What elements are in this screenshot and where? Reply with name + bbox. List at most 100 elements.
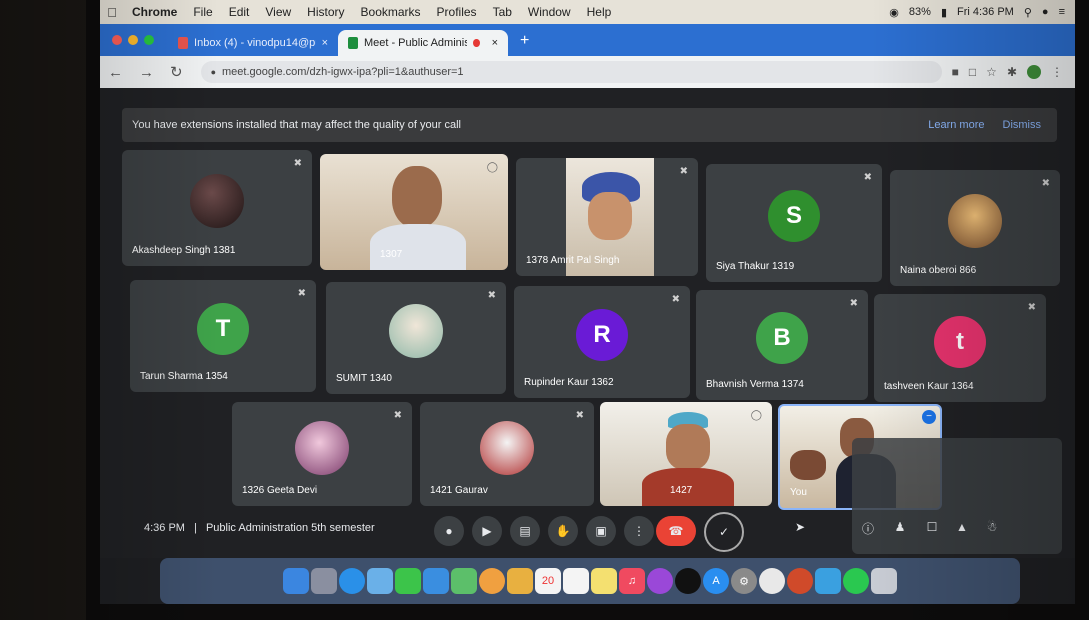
- menu-help[interactable]: Help: [579, 5, 620, 19]
- meeting-time: 4:36 PM: [144, 522, 185, 534]
- participant-tile[interactable]: ◯ 1307: [320, 154, 508, 270]
- menu-dots-icon[interactable]: ⋮: [1051, 65, 1063, 79]
- siri-icon[interactable]: ●: [1042, 6, 1049, 18]
- participant-video: [320, 154, 508, 270]
- participant-tile[interactable]: ✖ 1378 Amrit Pal Singh: [516, 158, 698, 276]
- info-icon[interactable]: ⓘ: [858, 520, 878, 540]
- browser-tab-strip: Inbox (4) - vinodpu14@pucho × Meet - Pub…: [100, 24, 1075, 56]
- mail-icon[interactable]: [423, 568, 449, 594]
- dismiss-button[interactable]: Dismiss: [1003, 119, 1042, 131]
- launchpad-icon[interactable]: [311, 568, 337, 594]
- mouse-cursor-icon: ➤: [794, 520, 806, 534]
- powerpoint-icon[interactable]: [787, 568, 813, 594]
- camera-icon[interactable]: ▶: [472, 516, 502, 546]
- microphone-icon[interactable]: ●: [434, 516, 464, 546]
- url-field[interactable]: ● meet.google.com/dzh-igwx-ipa?pli=1&aut…: [200, 61, 942, 83]
- menu-history[interactable]: History: [299, 5, 352, 19]
- more-options-icon[interactable]: −: [922, 410, 936, 424]
- more-icon[interactable]: ⋮: [624, 516, 654, 546]
- mac-menubar:  Chrome File Edit View History Bookmark…: [100, 0, 1075, 24]
- app-store-icon[interactable]: A: [703, 568, 729, 594]
- participant-tile[interactable]: R ✖ Rupinder Kaur 1362: [514, 286, 690, 398]
- maps-icon[interactable]: [451, 568, 477, 594]
- mic-muted-icon: ◯: [750, 410, 762, 421]
- finder-icon[interactable]: [283, 568, 309, 594]
- present-icon[interactable]: ▣: [586, 516, 616, 546]
- bookmark-star-icon[interactable]: ☆: [986, 65, 997, 79]
- participant-tile[interactable]: ✖ SUMIT 1340: [326, 282, 506, 394]
- tab-inbox[interactable]: Inbox (4) - vinodpu14@pucho ×: [168, 30, 338, 56]
- control-center-icon[interactable]: ≡: [1059, 6, 1065, 18]
- tab-close-icon[interactable]: ×: [322, 37, 328, 49]
- menu-edit[interactable]: Edit: [221, 5, 258, 19]
- tv-icon[interactable]: [675, 568, 701, 594]
- whatsapp-icon[interactable]: [843, 568, 869, 594]
- tab-close-icon[interactable]: ×: [492, 37, 498, 49]
- menu-window[interactable]: Window: [520, 5, 579, 19]
- activities-icon[interactable]: ▲: [952, 520, 972, 540]
- minimize-window-icon[interactable]: [128, 35, 138, 45]
- forward-arrow-icon[interactable]: →: [131, 64, 162, 81]
- close-window-icon[interactable]: [112, 35, 122, 45]
- participant-tile[interactable]: ✖ Naina oberoi 866: [890, 170, 1060, 286]
- participant-photo: [480, 420, 534, 475]
- menu-profiles[interactable]: Profiles: [429, 5, 485, 19]
- camera-in-use-icon[interactable]: ■: [952, 65, 959, 79]
- wifi-icon[interactable]: ◉: [889, 6, 899, 19]
- messages-icon[interactable]: [395, 568, 421, 594]
- extensions-icon[interactable]: ✱: [1007, 65, 1017, 79]
- clock[interactable]: Fri 4:36 PM: [957, 6, 1014, 18]
- calendar-icon[interactable]: 20: [535, 568, 561, 594]
- menu-view[interactable]: View: [257, 5, 299, 19]
- podcasts-icon[interactable]: [647, 568, 673, 594]
- participant-tile[interactable]: B ✖ Bhavnish Verma 1374: [696, 290, 868, 400]
- photos-icon[interactable]: [479, 568, 505, 594]
- participant-tile[interactable]: ✖ 1326 Geeta Devi: [232, 402, 412, 506]
- recording-indicator-icon: [472, 39, 480, 47]
- raise-hand-icon[interactable]: ✋: [548, 516, 578, 546]
- participant-photo: [190, 174, 244, 229]
- menu-file[interactable]: File: [185, 5, 220, 19]
- people-icon[interactable]: ♟: [890, 520, 910, 540]
- apple-icon[interactable]: : [100, 5, 124, 20]
- learn-more-link[interactable]: Learn more: [928, 119, 984, 131]
- battery-icon: ▮: [940, 6, 947, 19]
- participant-tile[interactable]: ◯ 1427: [600, 402, 772, 506]
- profile-avatar[interactable]: [1027, 65, 1041, 79]
- tab-meet[interactable]: Meet - Public Administrati ×: [338, 30, 508, 56]
- share-icon[interactable]: □: [969, 65, 976, 79]
- participant-tile[interactable]: t ✖ tashveen Kaur 1364: [874, 294, 1046, 402]
- host-controls-icon[interactable]: ☃: [982, 520, 1002, 540]
- captions-icon[interactable]: ▤: [510, 516, 540, 546]
- spotlight-search-icon[interactable]: ⚲: [1024, 6, 1032, 19]
- zoom-icon[interactable]: [815, 568, 841, 594]
- maximize-window-icon[interactable]: [144, 35, 154, 45]
- participant-tile[interactable]: S ✖ Siya Thakur 1319: [706, 164, 882, 282]
- participant-name: 1421 Gaurav: [430, 485, 488, 496]
- menu-app-name[interactable]: Chrome: [124, 5, 185, 19]
- trash-icon[interactable]: [871, 568, 897, 594]
- meeting-info: 4:36 PM | Public Administration 5th seme…: [144, 522, 375, 534]
- participant-tile[interactable]: ✖ Akashdeep Singh 1381: [122, 150, 312, 266]
- notes-icon[interactable]: [507, 568, 533, 594]
- menu-tab[interactable]: Tab: [485, 5, 520, 19]
- safari-icon[interactable]: [339, 568, 365, 594]
- battery-percent[interactable]: 83%: [909, 6, 931, 18]
- participant-avatar: B: [756, 312, 808, 365]
- music-icon[interactable]: ♫: [619, 568, 645, 594]
- end-call-icon[interactable]: ☎: [656, 516, 696, 546]
- chrome-icon[interactable]: [759, 568, 785, 594]
- new-tab-button[interactable]: +: [508, 32, 541, 56]
- reload-icon[interactable]: ↻: [162, 63, 191, 81]
- participant-tile[interactable]: ✖ 1421 Gaurav: [420, 402, 594, 506]
- back-arrow-icon[interactable]: ←: [100, 64, 131, 81]
- menu-bookmarks[interactable]: Bookmarks: [353, 5, 429, 19]
- meeting-separator: |: [194, 522, 197, 534]
- participant-tile[interactable]: T ✖ Tarun Sharma 1354: [130, 280, 316, 392]
- reminders-icon[interactable]: [563, 568, 589, 594]
- stickies-icon[interactable]: [591, 568, 617, 594]
- system-preferences-icon[interactable]: ⚙: [731, 568, 757, 594]
- chat-icon[interactable]: ☐: [922, 520, 942, 540]
- preview-icon[interactable]: [367, 568, 393, 594]
- check-icon[interactable]: ✓: [704, 512, 744, 552]
